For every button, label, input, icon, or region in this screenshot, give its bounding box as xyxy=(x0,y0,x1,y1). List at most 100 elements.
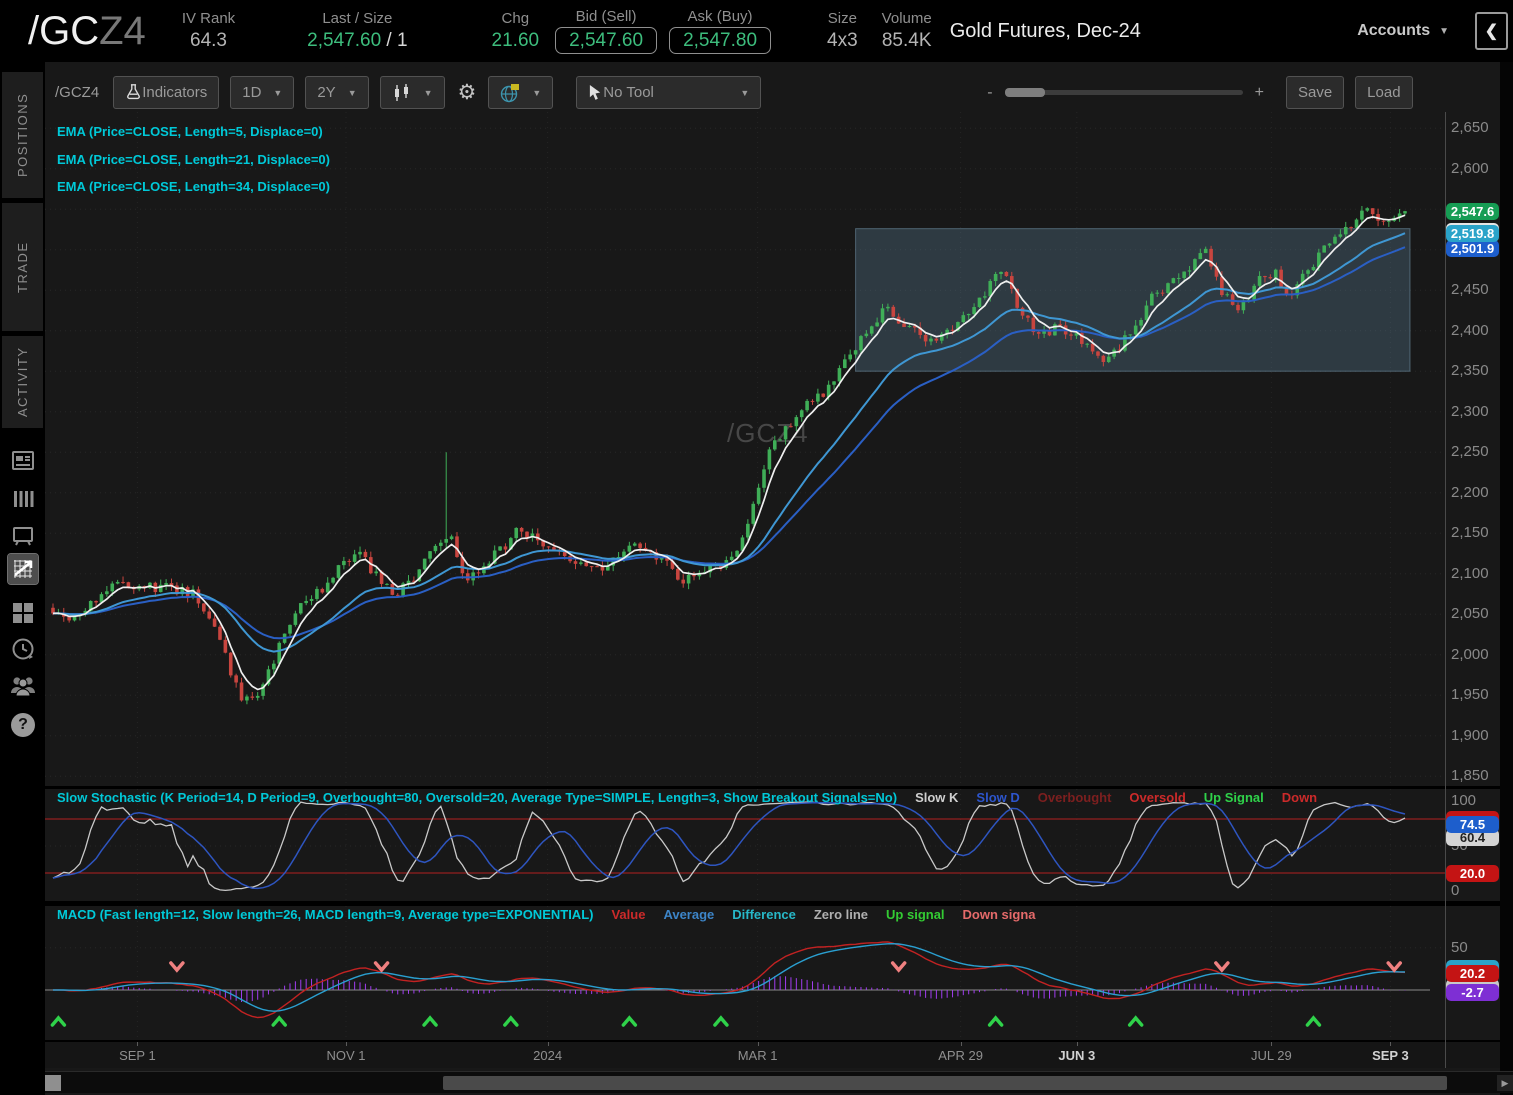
legend-item-average: Average xyxy=(663,907,714,922)
macd-label-row: MACD (Fast length=12, Slow length=26, MA… xyxy=(57,907,1036,922)
ema21-study-label[interactable]: EMA (Price=CLOSE, Length=21, Displace=0) xyxy=(57,146,330,174)
chart-style-dropdown[interactable]: ▼ xyxy=(380,76,445,109)
macd-panel-canvas[interactable] xyxy=(45,906,1445,1040)
news-icon[interactable] xyxy=(8,446,38,476)
scrollbar-thumb[interactable] xyxy=(443,1076,1447,1090)
legend-item-slow-k: Slow K xyxy=(915,790,958,805)
field-value: 2,547.60 xyxy=(555,27,657,54)
chart-icon[interactable] xyxy=(8,554,38,584)
collapse-panel-button[interactable]: ❮ xyxy=(1475,12,1508,50)
accounts-label: Accounts xyxy=(1357,22,1430,40)
chevron-down-icon: ▼ xyxy=(424,88,433,98)
ema34-value-badge: 2,501.9 xyxy=(1446,240,1499,257)
time-tick-label: SEP 1 xyxy=(119,1048,156,1063)
time-axis: SEP 1NOV 12024MAR 1APR 29JUN 3JUL 29SEP … xyxy=(45,1042,1500,1068)
zoom-out-button[interactable]: - xyxy=(987,84,992,102)
macd-tick: 50 xyxy=(1451,939,1468,956)
price-tick: 2,450 xyxy=(1451,281,1489,298)
users-icon[interactable] xyxy=(8,670,38,700)
drawing-tool-dropdown[interactable]: No Tool ▼ xyxy=(576,76,761,109)
quote-field-ask-buy-[interactable]: Ask (Buy)2,547.80 xyxy=(669,8,771,54)
gear-icon[interactable]: ⚙ xyxy=(458,80,477,105)
save-label: Save xyxy=(1298,84,1332,101)
load-button[interactable]: Load xyxy=(1355,76,1412,109)
sidebar-tab-activity[interactable]: ACTIVITY xyxy=(2,336,43,428)
field-label: IV Rank xyxy=(182,10,235,27)
ema34-study-label[interactable]: EMA (Price=CLOSE, Length=34, Displace=0) xyxy=(57,173,330,201)
indicators-button[interactable]: Indicators xyxy=(113,76,219,109)
time-tick-mark xyxy=(137,1042,138,1046)
up-signal-arrow xyxy=(52,1018,64,1025)
field-value: 2,547.60 / 1 xyxy=(307,29,407,52)
chart-workspace: /GCZ4 Indicators 1D ▼ 2Y▼ ▼ ⚙ ▼ No Tool ▼ xyxy=(45,62,1513,1095)
timeframe-dropdown[interactable]: 1D ▼ xyxy=(230,76,294,109)
help-icon[interactable]: ? xyxy=(8,710,38,740)
time-tick-label: NOV 1 xyxy=(326,1048,365,1063)
legend-item-up-signal: Up signal xyxy=(886,907,945,922)
field-value: 21.60 xyxy=(492,29,540,52)
study-labels: EMA (Price=CLOSE, Length=5, Displace=0) … xyxy=(57,118,330,201)
field-value: 4x3 xyxy=(827,29,858,52)
ema5-study-label[interactable]: EMA (Price=CLOSE, Length=5, Displace=0) xyxy=(57,118,330,146)
field-label: Size xyxy=(828,10,857,27)
horizontal-scrollbar[interactable]: ▶ xyxy=(45,1071,1513,1093)
tool-label: No Tool xyxy=(603,84,654,101)
price-tick: 2,400 xyxy=(1451,322,1489,339)
price-tick: 2,350 xyxy=(1451,362,1489,379)
grid-icon[interactable] xyxy=(8,598,38,628)
tab-label: POSITIONS xyxy=(15,93,30,177)
zoom-slider-thumb[interactable] xyxy=(1005,88,1045,97)
zoom-in-button[interactable]: + xyxy=(1255,84,1264,102)
quote-field-bid-sell-[interactable]: Bid (Sell)2,547.60 xyxy=(555,8,657,54)
price-tick: 2,100 xyxy=(1451,565,1489,582)
stochastic-study-label[interactable]: Slow Stochastic (K Period=14, D Period=9… xyxy=(57,790,897,805)
axis-divider xyxy=(1445,112,1446,1068)
macd-axis: 5020.2-2.7 xyxy=(1445,906,1500,1040)
price-chart-canvas[interactable]: /GCZ4 xyxy=(45,112,1445,786)
history-icon[interactable] xyxy=(8,634,38,664)
price-tick: 2,150 xyxy=(1451,524,1489,541)
ema21-value-badge: 2,519.8 xyxy=(1446,225,1499,242)
stoch-tick: 100 xyxy=(1451,792,1476,809)
scroll-right-button[interactable]: ▶ xyxy=(1497,1075,1513,1091)
legend-item-slow-d: Slow D xyxy=(976,790,1019,805)
field-value: 85.4K xyxy=(882,29,932,52)
grid-layout-dropdown[interactable]: ▼ xyxy=(488,76,553,109)
up-signal-arrow xyxy=(1307,1018,1319,1025)
chevron-down-icon: ▼ xyxy=(273,88,282,98)
quote-field-last-size: Last / Size2,547.60 / 1 xyxy=(307,10,407,52)
range-dropdown[interactable]: 2Y▼ xyxy=(305,76,368,109)
zoom-slider[interactable] xyxy=(1005,90,1243,95)
trading-platform: /GCZ4 IV Rank64.3 Last / Size2,547.60 / 1… xyxy=(0,0,1513,1095)
macd-study-label[interactable]: MACD (Fast length=12, Slow length=26, MA… xyxy=(57,907,593,922)
sidebar-tab-trade[interactable]: TRADE xyxy=(2,203,43,331)
down-signal-arrow xyxy=(893,963,905,970)
time-tick-mark xyxy=(1390,1042,1391,1046)
accounts-menu[interactable]: Accounts▼ xyxy=(1357,22,1449,40)
down-signal-arrow xyxy=(376,963,388,970)
monitor-icon[interactable] xyxy=(8,520,38,550)
quote-field-iv-rank: IV Rank64.3 xyxy=(182,10,235,52)
tab-label: ACTIVITY xyxy=(15,347,30,418)
last-price-badge: 2,547.6 xyxy=(1446,203,1499,220)
field-label: Ask (Buy) xyxy=(688,8,753,25)
price-tick: 2,000 xyxy=(1451,646,1489,663)
save-button[interactable]: Save xyxy=(1286,76,1344,109)
header: /GCZ4 IV Rank64.3Last / Size2,547.60 / 1… xyxy=(0,0,1513,62)
stochastic-panel-canvas[interactable] xyxy=(45,789,1445,901)
timeframe-value: 1D xyxy=(242,84,261,101)
time-tick-mark xyxy=(548,1042,549,1046)
contract-description: Gold Futures, Dec-24 xyxy=(950,20,1141,43)
legend-item-zero-line: Zero line xyxy=(814,907,868,922)
sidebar-tab-positions[interactable]: POSITIONS xyxy=(2,72,43,198)
list-icon[interactable] xyxy=(8,484,38,514)
up-signal-arrow xyxy=(273,1018,285,1025)
legend-item-difference: Difference xyxy=(732,907,796,922)
time-tick-mark xyxy=(1271,1042,1272,1046)
legend-item-up-signal: Up Signal xyxy=(1204,790,1264,805)
scroll-home-button[interactable] xyxy=(45,1075,61,1091)
load-label: Load xyxy=(1367,84,1400,101)
legend-item-overbought: Overbought xyxy=(1038,790,1112,805)
legend-item-down-signa: Down signa xyxy=(963,907,1036,922)
stochastic-label-row: Slow Stochastic (K Period=14, D Period=9… xyxy=(57,790,1317,805)
